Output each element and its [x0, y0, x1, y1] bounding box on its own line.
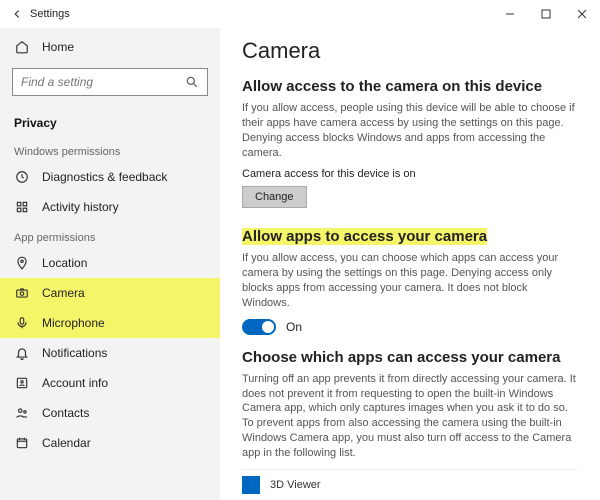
sidebar-item-contacts[interactable]: Contacts: [0, 398, 220, 428]
sidebar-item-label: Location: [42, 256, 87, 270]
toggle-label: On: [286, 320, 302, 334]
search-input[interactable]: [21, 75, 185, 89]
calendar-icon: [14, 435, 30, 451]
back-icon[interactable]: [10, 7, 24, 21]
sidebar-item-label: Activity history: [42, 200, 119, 214]
account-icon: [14, 375, 30, 391]
sidebar-item-label: Diagnostics & feedback: [42, 170, 167, 184]
history-icon: [14, 199, 30, 215]
app-name: 3D Viewer: [270, 479, 321, 491]
page-title: Camera: [242, 38, 578, 64]
sidebar-item-activity-history[interactable]: Activity history: [0, 192, 220, 222]
app-access-toggle[interactable]: [242, 319, 276, 335]
sidebar-category: Privacy: [0, 106, 220, 136]
contacts-icon: [14, 405, 30, 421]
window-title: Settings: [30, 8, 70, 20]
sidebar: Home Privacy Windows permissions Diagnos…: [0, 28, 220, 500]
sidebar-item-label: Account info: [42, 376, 108, 390]
change-button[interactable]: Change: [242, 186, 307, 208]
sidebar-item-calendar[interactable]: Calendar: [0, 428, 220, 458]
sidebar-item-label: Contacts: [42, 406, 89, 420]
section-choose-apps-heading: Choose which apps can access your camera: [242, 349, 578, 366]
sidebar-item-home[interactable]: Home: [0, 32, 220, 62]
app-icon: [242, 476, 260, 494]
sidebar-group-windows-permissions: Windows permissions: [0, 136, 220, 162]
camera-icon: [14, 285, 30, 301]
titlebar: Settings: [0, 0, 600, 28]
sidebar-group-app-permissions: App permissions: [0, 222, 220, 248]
sidebar-item-label: Camera: [42, 286, 85, 300]
diagnostics-icon: [14, 169, 30, 185]
sidebar-item-location[interactable]: Location: [0, 248, 220, 278]
sidebar-item-notifications[interactable]: Notifications: [0, 338, 220, 368]
sidebar-item-microphone[interactable]: Microphone: [0, 308, 220, 338]
microphone-icon: [14, 315, 30, 331]
sidebar-item-account-info[interactable]: Account info: [0, 368, 220, 398]
section-device-access-heading: Allow access to the camera on this devic…: [242, 78, 578, 95]
bell-icon: [14, 345, 30, 361]
sidebar-item-label: Home: [42, 40, 74, 54]
search-box[interactable]: [12, 68, 208, 96]
sidebar-item-diagnostics[interactable]: Diagnostics & feedback: [0, 162, 220, 192]
section-device-access-text: If you allow access, people using this d…: [242, 101, 578, 160]
sidebar-item-label: Calendar: [42, 436, 91, 450]
section-app-access-heading: Allow apps to access your camera: [242, 228, 578, 245]
device-access-status: Camera access for this device is on: [242, 168, 578, 180]
sidebar-item-label: Notifications: [42, 346, 107, 360]
search-icon: [185, 75, 199, 89]
maximize-button[interactable]: [528, 0, 564, 28]
sidebar-item-label: Microphone: [42, 316, 105, 330]
sidebar-item-camera[interactable]: Camera: [0, 278, 220, 308]
home-icon: [14, 39, 30, 55]
minimize-button[interactable]: [492, 0, 528, 28]
section-choose-apps-text: Turning off an app prevents it from dire…: [242, 372, 578, 461]
app-list-item[interactable]: 3D Viewer: [242, 469, 578, 494]
location-icon: [14, 255, 30, 271]
main-content: Camera Allow access to the camera on thi…: [220, 28, 600, 500]
close-button[interactable]: [564, 0, 600, 28]
section-app-access-text: If you allow access, you can choose whic…: [242, 251, 578, 310]
